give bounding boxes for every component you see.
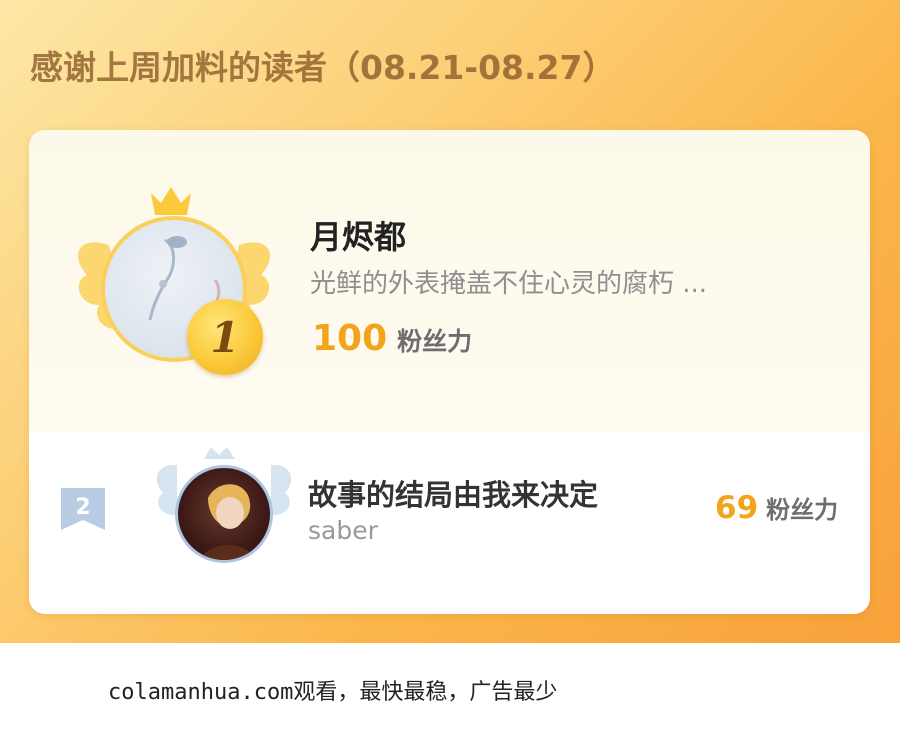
footer-watermark-text: colamanhua.com观看，最快最稳，广告最少 [108,680,558,705]
banner-title: 感谢上周加料的读者（08.21-08.27） [30,48,616,87]
rank1-medal-icon: 1 [187,299,263,375]
leaderboard-card: 1 月烬都 光鲜的外表掩盖不住心灵的腐朽 ... 100 粉丝力 2 故事的结局由… [29,130,870,614]
avatar-image [200,484,256,560]
rank2-number: 2 [75,495,90,520]
rank2-fan-value: 69 [715,490,759,526]
rank1-fan-power: 100 粉丝力 [312,318,472,359]
crown-icon [151,187,191,215]
rank1-fan-unit: 粉丝力 [397,327,473,356]
rank2-username[interactable]: 故事的结局由我来决定 [308,472,598,514]
rank1-section: 1 月烬都 光鲜的外表掩盖不住心灵的腐朽 ... 100 粉丝力 [29,130,870,433]
rank2-ribbon-flag-icon: 2 [61,488,105,530]
rank2-fan-unit: 粉丝力 [766,496,839,524]
rank2-fan-power: 69 粉丝力 [715,490,838,526]
rank1-signature: 光鲜的外表掩盖不住心灵的腐朽 ... [310,269,708,299]
rank1-username[interactable]: 月烬都 [310,212,406,258]
rank2-signature: saber [308,516,378,545]
rank2-avatar[interactable] [175,465,273,563]
leaderboard-banner: 感谢上周加料的读者（08.21-08.27） 1 月烬都 光鲜的外表掩盖不住心灵… [0,0,900,643]
rank1-fan-value: 100 [312,318,388,359]
